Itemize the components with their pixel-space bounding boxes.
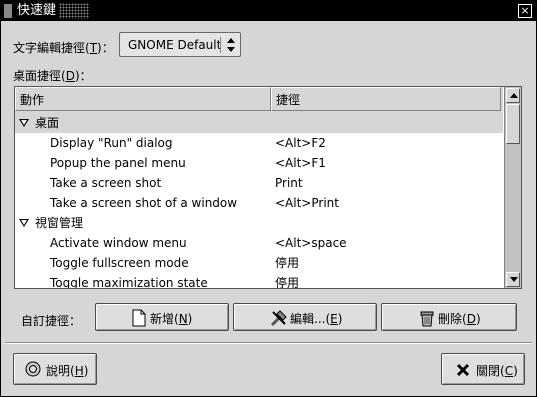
category-row-window-management[interactable]: 視窗管理 [15, 213, 503, 233]
tools-icon [270, 310, 287, 327]
column-header-shortcut[interactable]: 捷徑 [271, 87, 501, 111]
delete-button[interactable]: 刪除(D) [381, 303, 517, 331]
text-editing-label: 文字編輯捷徑(T)： [13, 41, 114, 55]
table-row[interactable]: Take a screen shot Print [15, 173, 503, 193]
close-x-icon [456, 363, 470, 377]
table-row[interactable]: Popup the panel menu <Alt>F1 [15, 153, 503, 173]
trash-icon [420, 311, 434, 327]
help-button[interactable]: 說明(H) [13, 353, 97, 385]
new-document-icon [132, 309, 146, 327]
new-button-label: 新增(N) [150, 312, 193, 326]
text-editing-combo[interactable]: GNOME Default [119, 32, 241, 57]
close-icon[interactable]: × [518, 4, 532, 18]
table-row[interactable]: Activate window menu <Alt>space [15, 233, 503, 253]
tree-header: 動作 捷徑 [15, 87, 503, 114]
title-bar[interactable]: 快速鍵 × [1, 1, 536, 21]
custom-shortcuts-label: 自訂捷徑： [21, 314, 82, 328]
category-row-desktop[interactable]: 桌面 [15, 113, 503, 133]
title-decoration [59, 3, 89, 19]
edit-button[interactable]: 編輯...(E) [233, 303, 377, 331]
shortcuts-tree[interactable]: 動作 捷徑 桌面 Display "Run" dialog <Alt>F2 Pop… [14, 86, 522, 289]
footer-separator [5, 342, 532, 344]
window-title: 快速鍵 [17, 3, 57, 18]
combo-divider [220, 37, 221, 53]
close-button[interactable]: 關閉(C) [441, 353, 525, 385]
scroll-down-button[interactable] [506, 272, 520, 287]
combo-value: GNOME Default [128, 38, 222, 52]
expander-down-icon[interactable] [19, 219, 29, 227]
table-row[interactable]: Toggle fullscreen mode 停用 [15, 253, 503, 273]
close-button-label: 關閉(C) [476, 364, 518, 378]
table-row[interactable]: Toggle maximization state 停用 [15, 273, 503, 288]
scroll-up-button[interactable] [506, 88, 520, 103]
column-header-action[interactable]: 動作 [15, 87, 271, 111]
scroll-thumb[interactable] [506, 104, 520, 144]
table-row[interactable]: Take a screen shot of a window <Alt>Print [15, 193, 503, 213]
desktop-shortcuts-label: 桌面捷徑(D)： [13, 69, 92, 83]
vertical-scrollbar[interactable] [504, 87, 521, 288]
table-row[interactable]: Display "Run" dialog <Alt>F2 [15, 133, 503, 153]
shortcuts-dialog: 快速鍵 × 文字編輯捷徑(T)： GNOME Default 桌面捷徑(D)： … [0, 0, 537, 397]
help-lifebuoy-icon [25, 361, 41, 377]
window-menu-handle[interactable] [4, 4, 12, 18]
new-button[interactable]: 新增(N) [95, 303, 229, 331]
arrow-down-icon [510, 277, 518, 282]
edit-button-label: 編輯...(E) [290, 312, 343, 326]
updown-arrows-icon [227, 38, 235, 52]
tree-rows: 桌面 Display "Run" dialog <Alt>F2 Popup the… [15, 113, 503, 288]
arrow-up-icon [510, 93, 518, 98]
help-button-label: 說明(H) [46, 364, 89, 378]
delete-button-label: 刪除(D) [438, 312, 481, 326]
expander-down-icon[interactable] [19, 119, 29, 127]
